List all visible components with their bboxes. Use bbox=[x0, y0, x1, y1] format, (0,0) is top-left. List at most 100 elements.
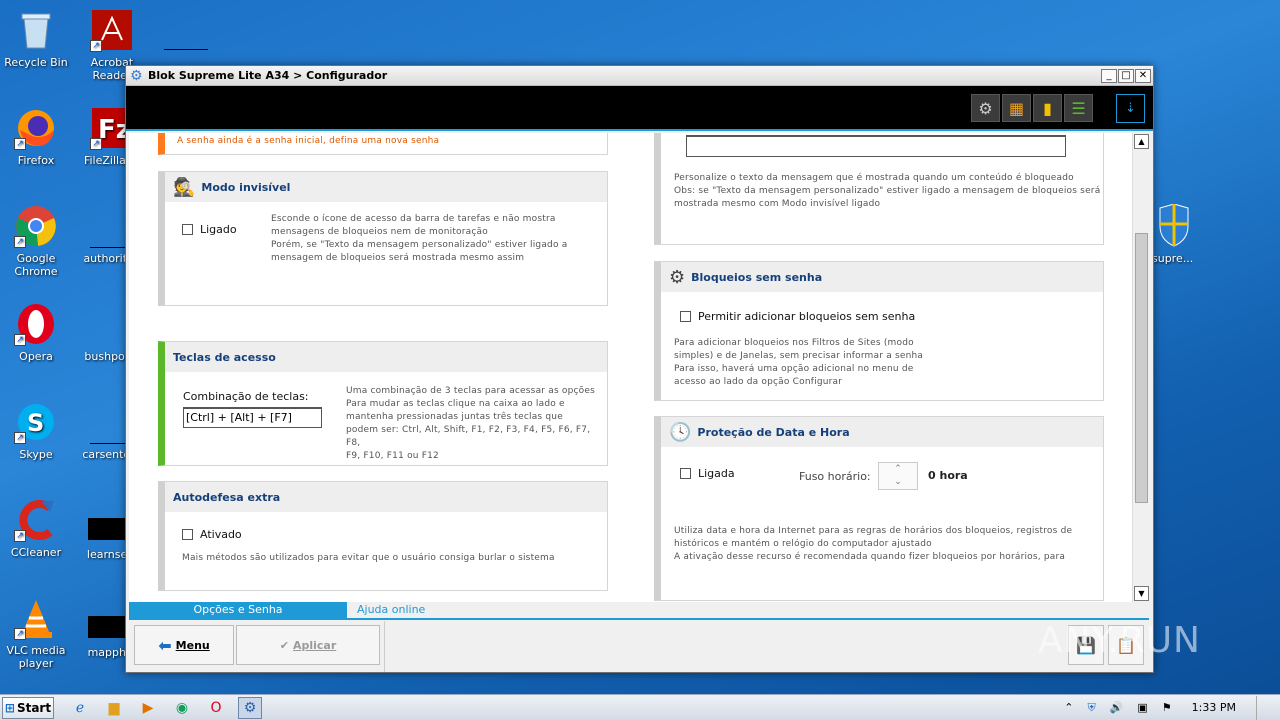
tab-opcoes-senha[interactable]: Opções e Senha bbox=[129, 602, 347, 618]
desktop-icon-firefox[interactable]: ↗ Firefox bbox=[0, 106, 72, 167]
checkbox-box[interactable] bbox=[182, 529, 193, 540]
desc-line: Para mudar as teclas clique na caixa ao … bbox=[346, 399, 565, 409]
app-toolbar: ⚙ ▦ ▮ ☰ ⇣ bbox=[126, 86, 1153, 131]
chevron-down-icon[interactable]: ⌄ bbox=[879, 476, 917, 489]
arrow-left-icon: ⬅ bbox=[158, 635, 172, 655]
desktop-icon-skype[interactable]: S ↗ Skype bbox=[0, 400, 72, 461]
volume-icon[interactable]: 🔊 bbox=[1110, 701, 1124, 714]
fuso-value: 0 hora bbox=[928, 469, 968, 482]
desktop-icon-label: Skype bbox=[19, 448, 53, 461]
window-title: Blok Supreme Lite A34 > Configurador bbox=[148, 69, 388, 82]
shield-icon[interactable]: ⛨ bbox=[1087, 701, 1095, 715]
modo-invisivel-description: Esconde o ícone de acesso da barra de ta… bbox=[271, 213, 567, 265]
desc-line: podem ser: Ctrl, Alt, Shift, F1, F2, F3,… bbox=[346, 425, 591, 448]
apply-label: Aplicar bbox=[292, 638, 337, 652]
show-desktop-button[interactable] bbox=[1256, 695, 1270, 720]
combo-input[interactable]: [Ctrl] + [Alt] + [F7] bbox=[183, 407, 322, 428]
apply-button[interactable]: ✔ Aplicar bbox=[236, 625, 380, 665]
settings-gear-icon[interactable]: ⚙ bbox=[971, 94, 1000, 122]
grid-icon[interactable]: ▦ bbox=[1002, 94, 1031, 122]
desktop-icon-vlc[interactable]: ↗ VLC media player bbox=[0, 596, 72, 670]
taskbar: ⊞ Start ℯ ▆ ▶ ◉ O ⚙ ⌃ ⛨ 🔊 ▣ ⚑ 1:33 PM bbox=[0, 694, 1280, 720]
vlc-icon: ↗ bbox=[14, 596, 58, 640]
desktop-icon-chrome[interactable]: ↗ Google Chrome bbox=[0, 204, 72, 278]
desc-line: A ativação desse recurso é recomendada q… bbox=[674, 552, 1066, 562]
skype-icon: S ↗ bbox=[14, 400, 58, 444]
desktop-icon-recycle-bin[interactable]: Recycle Bin bbox=[0, 8, 72, 69]
checkbox-label: Permitir adicionar bloqueios sem senha bbox=[698, 310, 916, 323]
start-button[interactable]: ⊞ Start bbox=[2, 696, 54, 719]
gears-icon: ⚙ bbox=[669, 266, 686, 288]
chrome-icon[interactable]: ◉ bbox=[170, 697, 194, 719]
clock-icon: 🕓 bbox=[669, 421, 692, 443]
autodefesa-checkbox[interactable]: Ativado bbox=[182, 528, 242, 541]
desktop-icon-label: Google Chrome bbox=[14, 252, 58, 278]
desc-line: simples) e de Janelas, sem precisar info… bbox=[674, 351, 924, 361]
combo-label: Combinação de teclas: bbox=[183, 390, 309, 403]
password-warning-text: A senha ainda é a senha inicial, defina … bbox=[177, 136, 440, 146]
checkbox-box[interactable] bbox=[182, 224, 193, 235]
explorer-icon[interactable]: ▆ bbox=[102, 697, 126, 719]
teclas-description: Uma combinação de 3 teclas para acessar … bbox=[346, 385, 607, 463]
close-button[interactable]: ✕ bbox=[1135, 68, 1151, 83]
desc-line: mantenha pressionadas juntas três teclas… bbox=[346, 412, 563, 422]
menu-button[interactable]: ⬅ Menu bbox=[134, 625, 234, 665]
panel-header: Teclas de acesso bbox=[165, 342, 607, 372]
media-player-icon[interactable]: ▶ bbox=[136, 697, 160, 719]
scroll-down-icon[interactable]: ▼ bbox=[1134, 586, 1149, 601]
list-icon[interactable]: ☰ bbox=[1064, 94, 1093, 122]
minimize-button[interactable]: _ bbox=[1101, 68, 1117, 83]
desktop-icon-label: supre... bbox=[1152, 252, 1192, 265]
bloqueios-description: Para adicionar bloqueios nos Filtros de … bbox=[674, 337, 923, 389]
fuso-label: Fuso horário: bbox=[799, 470, 871, 483]
desc-line: Personalize o texto da mensagem que é mo… bbox=[674, 173, 1074, 183]
panel-title: Modo invisível bbox=[201, 180, 291, 194]
desktop-icon-supreme[interactable]: supre... bbox=[1152, 204, 1192, 265]
desc-line: históricos e mantém o relógio do computa… bbox=[674, 539, 932, 549]
opera-icon[interactable]: O bbox=[204, 697, 228, 719]
scroll-up-icon[interactable]: ▲ bbox=[1134, 134, 1149, 149]
desktop-icon-ccleaner[interactable]: ↗ CCleaner bbox=[0, 498, 72, 559]
mensagem-description: Personalize o texto da mensagem que é mo… bbox=[674, 172, 1100, 211]
maximize-button[interactable]: □ bbox=[1118, 68, 1134, 83]
desc-line: Para isso, haverá uma opção adicional no… bbox=[674, 364, 914, 374]
blok-supreme-task-icon[interactable]: ⚙ bbox=[238, 696, 262, 719]
desktop-icon-opera[interactable]: ↗ Opera bbox=[0, 302, 72, 363]
protecao-checkbox[interactable]: Ligada bbox=[680, 467, 735, 480]
chrome-icon: ↗ bbox=[14, 204, 58, 248]
network-icon[interactable]: ▣ bbox=[1137, 701, 1147, 714]
desc-line: Utiliza data e hora da Internet para as … bbox=[674, 526, 1073, 536]
vertical-scrollbar[interactable]: ▲ ▼ bbox=[1132, 133, 1149, 602]
desktop-icon-label: Opera bbox=[19, 350, 53, 363]
teclas-acesso-panel: Teclas de acesso Combinação de teclas: [… bbox=[158, 341, 608, 466]
mensagem-input[interactable] bbox=[686, 135, 1066, 157]
title-bar[interactable]: ⚙ Blok Supreme Lite A34 > Configurador _… bbox=[126, 66, 1153, 86]
fuso-stepper[interactable]: ⌃ ⌄ bbox=[878, 462, 918, 490]
chevron-up-icon[interactable]: ⌃ bbox=[879, 463, 917, 476]
ie-icon[interactable]: ℯ bbox=[68, 697, 92, 719]
autodefesa-panel: Autodefesa extra Ativado Mais métodos sã… bbox=[158, 481, 608, 591]
bloqueios-checkbox[interactable]: Permitir adicionar bloqueios sem senha bbox=[680, 310, 915, 323]
flag-icon[interactable]: ⚑ bbox=[1162, 701, 1172, 714]
ajuda-online-link[interactable]: Ajuda online bbox=[347, 602, 425, 618]
app-window: ⚙ Blok Supreme Lite A34 > Configurador _… bbox=[125, 65, 1154, 673]
chevron-up-icon[interactable]: ⌃ bbox=[1064, 701, 1073, 714]
checkbox-box[interactable] bbox=[680, 311, 691, 322]
checkbox-box[interactable] bbox=[680, 468, 691, 479]
clock[interactable]: 1:33 PM bbox=[1192, 701, 1236, 714]
windows-logo-icon: ⊞ bbox=[4, 700, 15, 715]
start-label: Start bbox=[16, 700, 52, 715]
checkbox-label: Ativado bbox=[200, 528, 242, 541]
scroll-thumb[interactable] bbox=[1135, 233, 1148, 503]
download-icon[interactable]: ⇣ bbox=[1116, 94, 1145, 123]
recycle-bin-icon bbox=[14, 8, 58, 52]
bar-chart-icon[interactable]: ▮ bbox=[1033, 94, 1062, 122]
modo-invisivel-checkbox[interactable]: Ligado bbox=[182, 223, 237, 236]
redacted-box bbox=[88, 518, 126, 540]
checkbox-label: Ligada bbox=[698, 467, 735, 480]
acrobat-icon: ↗ bbox=[90, 8, 134, 52]
modo-invisivel-panel: 🕵 Modo invisível Ligado Esconde o ícone … bbox=[158, 171, 608, 306]
menu-label: Menu bbox=[175, 638, 210, 652]
desc-line: Porém, se "Texto da mensagem personaliza… bbox=[271, 240, 568, 250]
opera-icon: ↗ bbox=[14, 302, 58, 346]
